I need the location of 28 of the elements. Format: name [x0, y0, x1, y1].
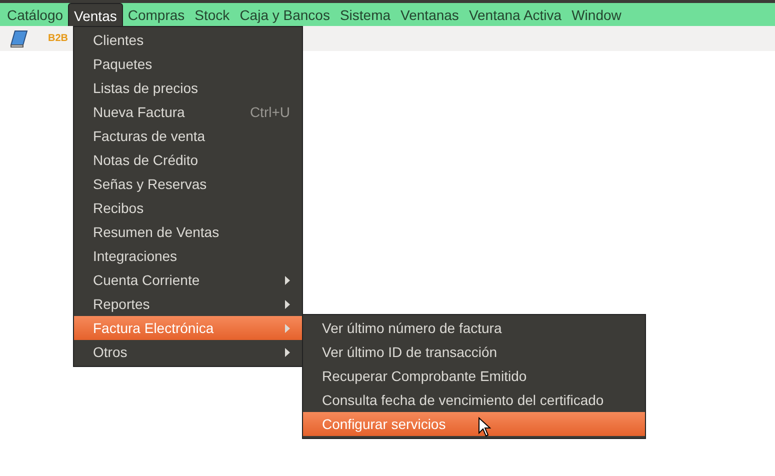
menu-item[interactable]: Consulta fecha de vencimiento del certificado: [303, 388, 645, 412]
menu-item[interactable]: Recuperar Comprobante Emitido: [303, 364, 645, 388]
menu-item[interactable]: Señas y Reservas: [74, 172, 302, 196]
menu-bar-item[interactable]: Caja y Bancos: [234, 3, 335, 26]
menu-bar-item[interactable]: Catálogo: [2, 3, 68, 26]
menu-bar-item[interactable]: Window: [566, 3, 626, 26]
menu-item[interactable]: Reportes: [74, 292, 302, 316]
menu-item[interactable]: Notas de Crédito: [74, 148, 302, 172]
menu-bar-item[interactable]: Compras: [122, 3, 190, 26]
menu-bar-item[interactable]: Ventana Activa: [464, 3, 567, 26]
menu-item[interactable]: Resumen de Ventas: [74, 220, 302, 244]
menu-item[interactable]: Integraciones: [74, 244, 302, 268]
menu-item[interactable]: Facturas de venta: [74, 124, 302, 148]
book-icon[interactable]: [8, 28, 30, 50]
cursor-icon: [478, 417, 491, 437]
menu-item[interactable]: Recibos: [74, 196, 302, 220]
menu-item[interactable]: Clientes: [74, 28, 302, 52]
menu-item[interactable]: Ver último número de factura: [303, 316, 645, 340]
menu-item[interactable]: Paquetes: [74, 52, 302, 76]
menu-item[interactable]: Otros: [74, 340, 302, 364]
menu-item[interactable]: Listas de precios: [74, 76, 302, 100]
menu-item[interactable]: Nueva Factura Ctrl+U: [74, 100, 302, 124]
menu-bar-item[interactable]: Stock: [190, 3, 235, 26]
menu-bar-item[interactable]: Ventanas: [396, 3, 464, 26]
menu-bar-item[interactable]: Sistema: [334, 3, 396, 26]
menu-item[interactable]: Ver último ID de transacción: [303, 340, 645, 364]
menu-item[interactable]: Cuenta Corriente: [74, 268, 302, 292]
menu-bar-item[interactable]: Ventas: [68, 3, 123, 26]
